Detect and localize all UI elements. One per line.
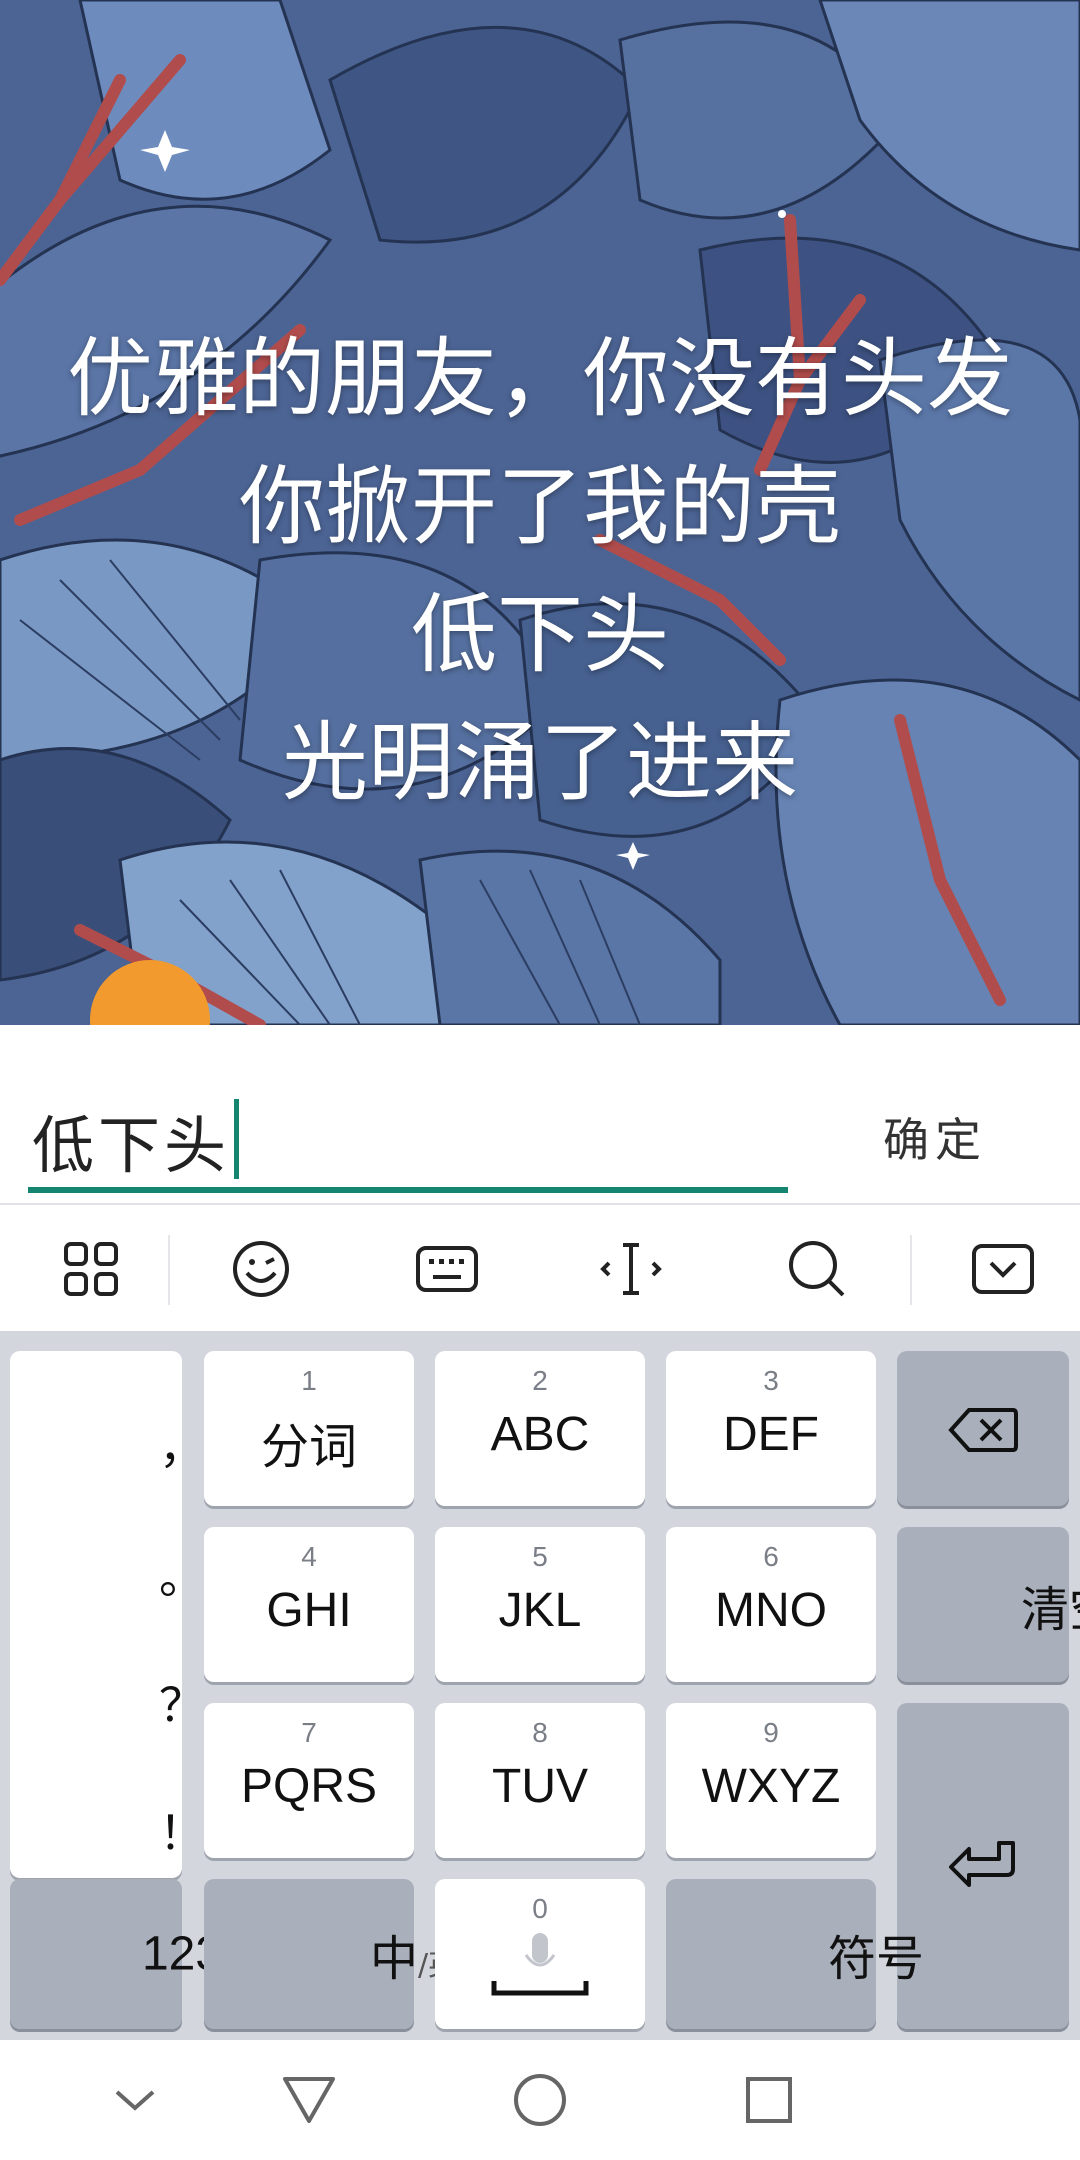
- poem-line: 你掀开了我的壳: [239, 457, 841, 557]
- enter-icon: [949, 1841, 1015, 1887]
- key-3[interactable]: 3 DEF: [666, 1351, 876, 1506]
- key-8[interactable]: 8 TUV: [435, 1703, 645, 1858]
- key-6[interactable]: 6 MNO: [666, 1527, 876, 1682]
- t9-keyboard: ， 。 ？ ！ 1 分词 2 ABC 3 DEF 4 GHI 5 JKL 6 M…: [0, 1331, 1080, 2040]
- key-4[interactable]: 4 GHI: [204, 1527, 414, 1682]
- symbols-key[interactable]: 符号: [666, 1879, 924, 2029]
- key-2[interactable]: 2 ABC: [435, 1351, 645, 1506]
- text-input-row: 低下头 确定: [0, 1025, 1080, 1205]
- key-7[interactable]: 7 PQRS: [204, 1703, 414, 1858]
- backspace-key[interactable]: [897, 1351, 1069, 1506]
- collapse-icon[interactable]: [80, 2060, 190, 2140]
- search-icon[interactable]: [762, 1205, 872, 1333]
- text-input-field[interactable]: 低下头: [28, 1083, 788, 1193]
- keyboard-toolbar: [0, 1203, 1080, 1333]
- home-icon[interactable]: [485, 2060, 595, 2140]
- language-toggle-key[interactable]: 中/英: [204, 1879, 458, 2029]
- text-caret: [234, 1099, 240, 1179]
- key-9[interactable]: 9 WXYZ: [666, 1703, 876, 1858]
- wallpaper-illustration: 优雅的朋友，你没有头发 你掀开了我的壳 低下头 光明涌了进来: [0, 0, 1080, 1025]
- microphone-icon: [491, 1933, 589, 1996]
- back-icon[interactable]: [254, 2060, 364, 2140]
- recents-icon[interactable]: [714, 2060, 824, 2140]
- toolbar-divider: [168, 1235, 170, 1305]
- input-value: 低下头: [32, 1109, 231, 1182]
- poem-line: 优雅的朋友，你没有头发: [67, 329, 1013, 429]
- grid-icon[interactable]: [36, 1205, 146, 1333]
- emoji-icon[interactable]: [206, 1205, 316, 1333]
- hide-keyboard-icon[interactable]: [948, 1205, 1058, 1333]
- key-1[interactable]: 1 分词: [204, 1351, 414, 1506]
- punctuation-column[interactable]: ， 。 ？ ！: [10, 1351, 205, 1878]
- cursor-icon[interactable]: [576, 1205, 686, 1333]
- key-5[interactable]: 5 JKL: [435, 1527, 645, 1682]
- poem-line: 光明涌了进来: [282, 713, 798, 813]
- toolbar-divider: [910, 1235, 912, 1305]
- numbers-key[interactable]: 123: [10, 1879, 222, 2029]
- space-key[interactable]: 0: [435, 1879, 645, 2029]
- poem-line: 低下头: [411, 585, 669, 685]
- confirm-button[interactable]: 确定: [860, 1085, 1010, 1195]
- poem-text: 优雅的朋友，你没有头发 你掀开了我的壳 低下头 光明涌了进来: [0, 315, 1080, 827]
- keyboard-icon[interactable]: [392, 1205, 502, 1333]
- backspace-icon: [948, 1408, 1018, 1452]
- lang-main: 中: [369, 1931, 418, 1987]
- system-nav-bar: [0, 2040, 1080, 2160]
- clear-key[interactable]: 清空: [897, 1527, 1080, 1682]
